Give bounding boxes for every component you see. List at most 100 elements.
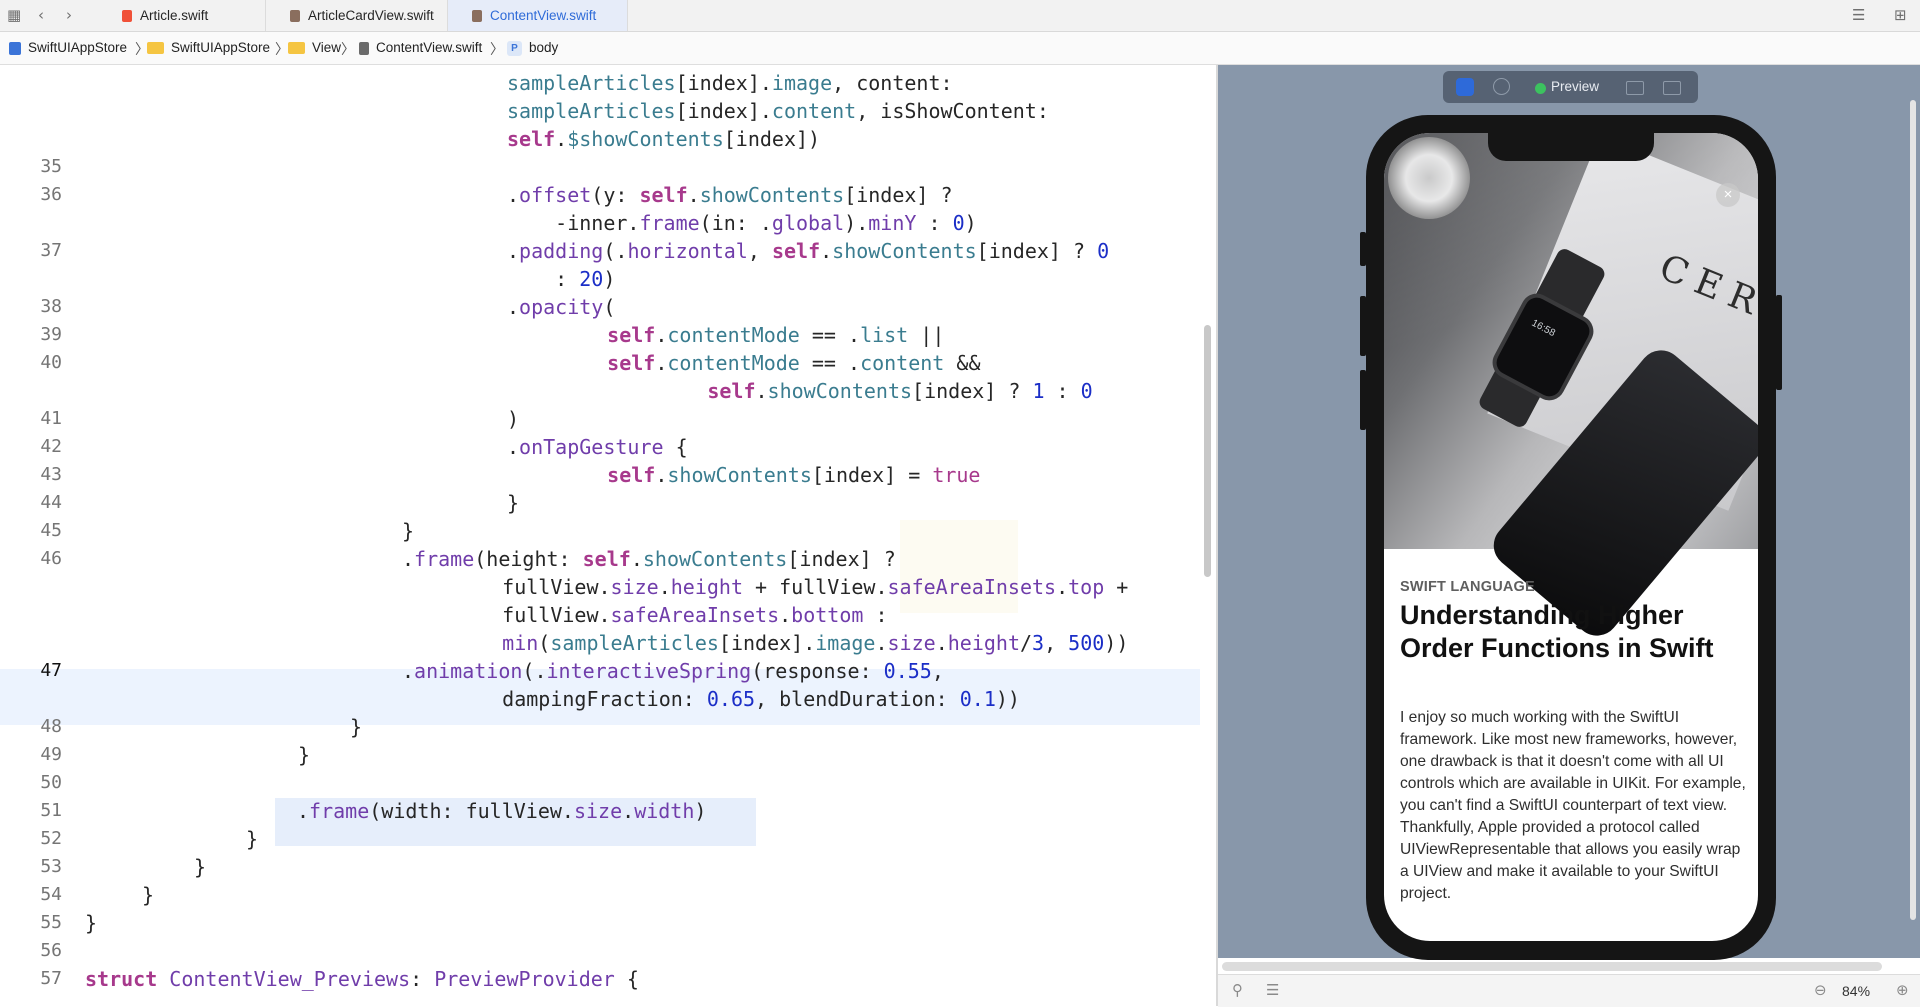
- code-line[interactable]: 42 .onTapGesture {: [0, 433, 1200, 461]
- code-text: ): [507, 407, 520, 431]
- code-line[interactable]: 52}: [0, 825, 1200, 853]
- line-number: 40: [40, 352, 62, 373]
- swift-file-icon: [290, 9, 300, 22]
- breadcrumb-label: ContentView.swift: [376, 40, 483, 55]
- chevron-right-icon: 〉: [490, 42, 504, 58]
- swift-file-icon: [122, 9, 132, 22]
- code-line[interactable]: 46 .frame(height: self.showContents[index…: [0, 545, 1200, 573]
- device-notch: [1488, 133, 1654, 161]
- code-line[interactable]: self.$showContents[index]): [0, 125, 1200, 153]
- code-line[interactable]: 50: [0, 769, 1200, 797]
- tab-label: Article.swift: [140, 8, 209, 23]
- code-text: }: [402, 519, 415, 543]
- code-text: sampleArticles[index].content, isShowCon…: [507, 99, 1049, 123]
- code-text: .padding(.horizontal, self.showContents[…: [507, 239, 1110, 263]
- line-number: 41: [40, 408, 62, 429]
- chevron-right-icon: 〉: [275, 42, 289, 58]
- breadcrumb-symbol[interactable]: P body: [507, 40, 558, 56]
- device-settings-button[interactable]: [1626, 81, 1644, 95]
- breadcrumb-label: SwiftUIAppStore: [171, 40, 271, 55]
- code-line[interactable]: 49}: [0, 741, 1200, 769]
- forward-icon[interactable]: ›: [66, 6, 72, 24]
- code-line[interactable]: 47 .animation(.interactiveSpring(response…: [0, 657, 1200, 685]
- code-line[interactable]: -inner.frame(in: .global).minY : 0): [0, 209, 1200, 237]
- code-line[interactable]: 53}: [0, 853, 1200, 881]
- code-text: .frame(height: self.showContents[index] …: [402, 547, 896, 571]
- close-button[interactable]: ×: [1716, 183, 1740, 207]
- code-line[interactable]: dampingFraction: 0.65, blendDuration: 0.…: [0, 685, 1200, 713]
- code-line[interactable]: sampleArticles[index].content, isShowCon…: [0, 97, 1200, 125]
- code-line[interactable]: fullView.safeAreaInsets.bottom :: [0, 601, 1200, 629]
- code-text: self.showContents[index] ? 1 : 0: [707, 379, 1093, 403]
- code-text: }: [194, 855, 207, 879]
- preview-horizontal-scrollbar[interactable]: [1222, 962, 1882, 971]
- code-line[interactable]: 48}: [0, 713, 1200, 741]
- code-text: -inner.frame(in: .global).minY : 0): [507, 211, 977, 235]
- code-line[interactable]: 40 self.contentMode == .content &&: [0, 349, 1200, 377]
- line-number: 46: [40, 548, 62, 569]
- line-number: 35: [40, 156, 62, 177]
- tab-contentview-swift[interactable]: ContentView.swift: [448, 0, 628, 31]
- line-number: 49: [40, 744, 62, 765]
- editor-scrollbar[interactable]: [1204, 325, 1211, 577]
- tab-label: ArticleCardView.swift: [308, 8, 434, 23]
- code-text: self.$showContents[index]): [507, 127, 821, 151]
- code-line[interactable]: 35: [0, 153, 1200, 181]
- breadcrumb-view-folder[interactable]: View: [288, 40, 341, 56]
- code-line[interactable]: : 20): [0, 265, 1200, 293]
- code-line[interactable]: 51 .frame(width: fullView.size.width): [0, 797, 1200, 825]
- zoom-out-icon[interactable]: ⊖: [1814, 981, 1827, 999]
- code-line[interactable]: 54}: [0, 881, 1200, 909]
- tab-article-swift[interactable]: Article.swift: [98, 0, 266, 31]
- code-line[interactable]: 45}: [0, 517, 1200, 545]
- line-number: 45: [40, 520, 62, 541]
- status-dot-icon: [1535, 83, 1546, 94]
- code-text: fullView.safeAreaInsets.bottom :: [454, 603, 888, 627]
- line-number: 50: [40, 772, 62, 793]
- code-line[interactable]: 38 .opacity(: [0, 293, 1200, 321]
- grid-icon[interactable]: ▦: [7, 6, 21, 24]
- code-text: }: [298, 743, 311, 767]
- code-line[interactable]: min(sampleArticles[index].image.size.hei…: [0, 629, 1200, 657]
- swift-file-icon: [472, 9, 482, 22]
- breadcrumb-project[interactable]: SwiftUIAppStore: [9, 40, 127, 56]
- layout-icon[interactable]: ☰: [1266, 981, 1279, 999]
- code-line[interactable]: 43 self.showContents[index] = true: [0, 461, 1200, 489]
- code-line[interactable]: self.showContents[index] ? 1 : 0: [0, 377, 1200, 405]
- breadcrumb-group[interactable]: SwiftUIAppStore: [147, 40, 270, 56]
- code-line[interactable]: 37 .padding(.horizontal, self.showContent…: [0, 237, 1200, 265]
- line-number: 36: [40, 184, 62, 205]
- add-editor-icon[interactable]: ⊞: [1894, 6, 1907, 24]
- zoom-in-icon[interactable]: ⊕: [1896, 981, 1909, 999]
- breadcrumb-file[interactable]: ContentView.swift: [359, 40, 482, 56]
- project-icon: [9, 41, 21, 55]
- code-line[interactable]: 44}: [0, 489, 1200, 517]
- preview-label[interactable]: Preview: [1551, 79, 1599, 94]
- duplicate-preview-button[interactable]: [1663, 81, 1681, 95]
- code-line[interactable]: 39 self.contentMode == .list ||: [0, 321, 1200, 349]
- line-number: 37: [40, 240, 62, 261]
- zoom-level[interactable]: 84%: [1842, 983, 1870, 999]
- debug-preview-button[interactable]: [1493, 78, 1510, 95]
- property-icon: P: [507, 40, 522, 56]
- preview-vertical-scrollbar[interactable]: [1910, 100, 1916, 920]
- code-line[interactable]: 57 struct ContentView_Previews: PreviewPr…: [0, 965, 1200, 993]
- code-line[interactable]: fullView.size.height + fullView.safeArea…: [0, 573, 1200, 601]
- code-line[interactable]: 56: [0, 937, 1200, 965]
- code-line[interactable]: 55}: [0, 909, 1200, 937]
- live-preview-button[interactable]: [1456, 78, 1474, 96]
- breadcrumb: SwiftUIAppStore 〉 SwiftUIAppStore 〉 View…: [0, 32, 1920, 65]
- code-line[interactable]: 41): [0, 405, 1200, 433]
- code-line[interactable]: 36 .offset(y: self.showContents[index] ?: [0, 181, 1200, 209]
- editor-options-icon[interactable]: ☰: [1852, 6, 1865, 24]
- pin-icon[interactable]: ⚲: [1232, 981, 1243, 999]
- code-text: fullView.size.height + fullView.safeArea…: [454, 575, 1129, 599]
- device-side-button: [1360, 370, 1366, 430]
- code-text: .onTapGesture {: [507, 435, 688, 459]
- code-text: self.showContents[index] = true: [607, 463, 981, 487]
- code-text: : 20): [507, 267, 616, 291]
- back-icon[interactable]: ‹: [38, 6, 44, 24]
- code-line[interactable]: sampleArticles[index].image, content:: [0, 69, 1200, 97]
- tab-articlecardview-swift[interactable]: ArticleCardView.swift: [266, 0, 448, 31]
- code-editor[interactable]: sampleArticles[index].image, content: sam…: [0, 65, 1200, 1006]
